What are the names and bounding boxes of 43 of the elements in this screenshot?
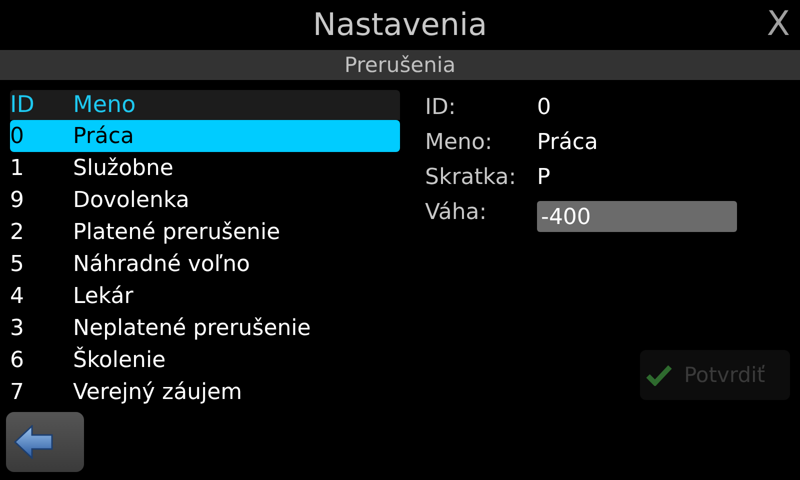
section-title: Prerušenia [344, 53, 456, 77]
list-row[interactable]: 4 Lekár [10, 280, 400, 312]
list-row[interactable]: 9 Dovolenka [10, 184, 400, 216]
field-value: 0 [537, 95, 551, 120]
id-cell-text: 6 [10, 348, 25, 372]
field-label: Skratka: [425, 165, 518, 190]
name-cell: Lekár [73, 284, 134, 308]
close-button[interactable]: X [762, 4, 794, 44]
name-cell: Dovolenka [73, 188, 190, 212]
list-row[interactable]: 5 Náhradné voľno [10, 248, 400, 280]
id-cell-text: 3 [10, 316, 25, 340]
name-cell: Náhradné voľno [73, 252, 250, 276]
name-cell: Služobne [73, 156, 174, 180]
name-cell: Platené prerušenie [73, 220, 280, 244]
field-value: P [537, 165, 550, 190]
list-row[interactable]: 0 Práca [10, 120, 400, 152]
checkmark-icon [646, 364, 672, 386]
name-cell: Verejný záujem [73, 380, 242, 404]
column-header: ID [10, 91, 36, 120]
list-row[interactable]: 3 Neplatené prerušenie [10, 312, 400, 344]
id-cell-text: 5 [10, 252, 25, 276]
name-cell: Práca [73, 124, 134, 148]
back-button[interactable] [6, 412, 84, 472]
field-label: Meno: [425, 130, 494, 155]
id-cell-text: 1 [10, 156, 25, 180]
list-row[interactable]: 1 Služobne [10, 152, 400, 184]
window-title: Nastavenia [312, 7, 488, 43]
field-label: ID: [425, 95, 457, 120]
list-row[interactable]: 7 Verejný záujem [10, 376, 400, 408]
field-value: Práca [537, 130, 598, 155]
name-cell: Neplatené prerušenie [73, 316, 311, 340]
weight-input-field[interactable]: -400 [537, 201, 737, 232]
column-header: Meno [73, 91, 136, 120]
list-row[interactable]: 6 Školenie [10, 344, 400, 376]
id-cell-text: 4 [10, 284, 25, 308]
id-cell-text: 9 [10, 188, 25, 212]
field-label: Váha: [425, 200, 488, 225]
name-cell: Školenie [73, 348, 166, 372]
id-cell-text: 7 [10, 380, 25, 404]
id-cell-text: 0 [10, 124, 25, 148]
list-row[interactable]: 2 Platené prerušenie [10, 216, 400, 248]
id-cell-text: 2 [10, 220, 25, 244]
left-arrow-icon [14, 425, 54, 459]
